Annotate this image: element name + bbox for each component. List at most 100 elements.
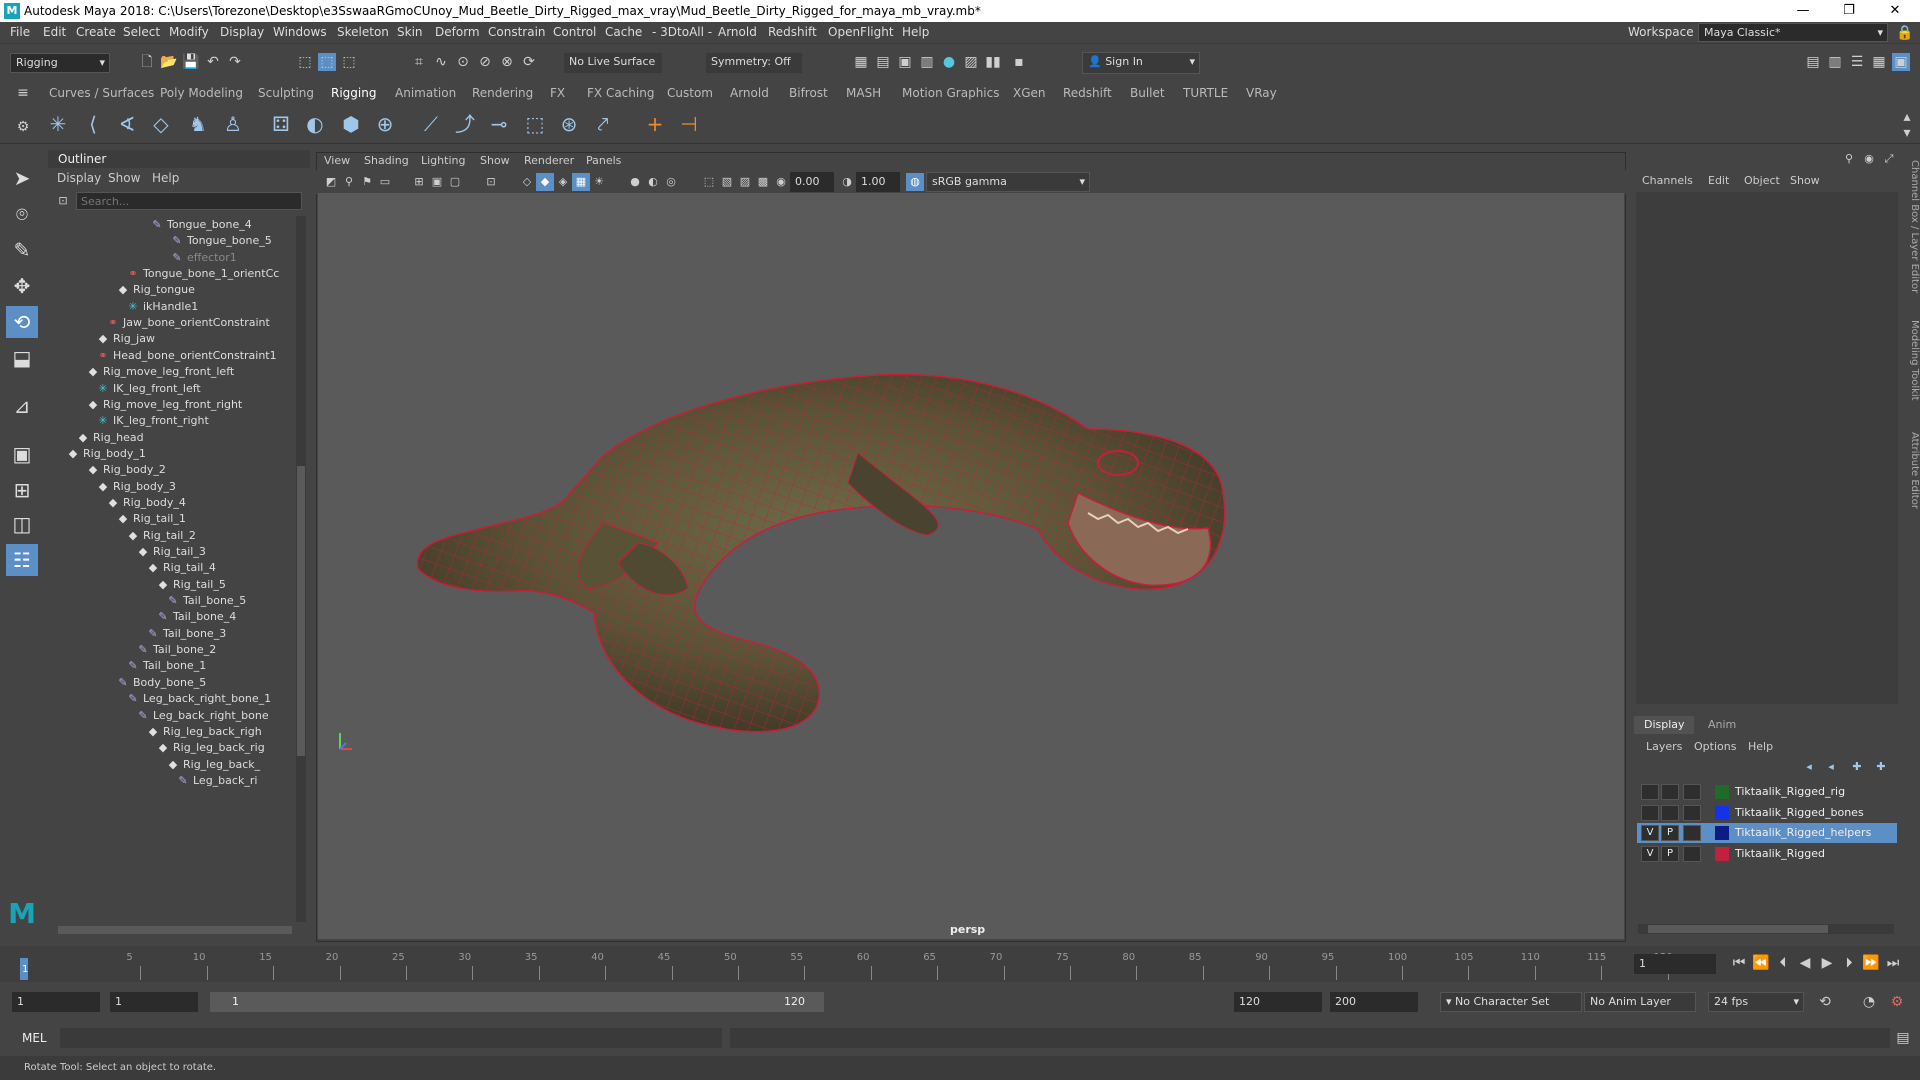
range-slider-bar[interactable]: 1 120 bbox=[210, 992, 824, 1012]
xray-icon[interactable]: ▧ bbox=[718, 173, 736, 191]
tab-bullet[interactable]: Bullet bbox=[1130, 86, 1165, 100]
orient-joint-icon[interactable]: ◇ bbox=[148, 111, 174, 137]
parent-constraint-icon[interactable]: ⊸ bbox=[486, 111, 512, 137]
vp-menu-lighting[interactable]: Lighting bbox=[421, 154, 465, 167]
bind-skin-icon[interactable]: ⚃ bbox=[268, 111, 294, 137]
channel-menu-show[interactable]: Show bbox=[1790, 174, 1820, 187]
snap-point-icon[interactable]: ⊙ bbox=[454, 53, 472, 71]
render-view-icon[interactable]: ▣ bbox=[896, 53, 914, 71]
step-forward-key-icon[interactable]: ⏩ bbox=[1862, 954, 1880, 972]
save-scene-icon[interactable]: 💾 bbox=[182, 53, 200, 71]
layer-type-toggle[interactable] bbox=[1683, 804, 1701, 821]
menu-file[interactable]: File bbox=[10, 25, 30, 39]
tab-curves-surfaces[interactable]: Curves / Surfaces bbox=[49, 86, 154, 100]
camera-select-icon[interactable]: ◩ bbox=[322, 173, 340, 191]
new-scene-icon[interactable]: 🗋 bbox=[138, 53, 156, 71]
attribute-editor-icon[interactable]: ▥ bbox=[1826, 53, 1844, 71]
exposure-field[interactable]: 0.00 bbox=[790, 172, 834, 192]
go-to-end-icon[interactable]: ⏭ bbox=[1884, 954, 1902, 972]
layer-playback-toggle[interactable] bbox=[1661, 784, 1679, 800]
antialiasing-icon[interactable]: ◎ bbox=[662, 173, 680, 191]
menu-redshift[interactable]: Redshift bbox=[768, 25, 817, 39]
minimize-button[interactable]: — bbox=[1780, 0, 1826, 22]
wireframe-on-shaded-icon[interactable]: ◈ bbox=[554, 173, 572, 191]
layer-menu-options[interactable]: Options bbox=[1694, 740, 1736, 753]
channel-menu-channels[interactable]: Channels bbox=[1642, 174, 1693, 187]
new-layer-icon[interactable]: ✚ bbox=[1848, 758, 1866, 776]
tab-vray[interactable]: VRay bbox=[1246, 86, 1277, 100]
menu-deform[interactable]: Deform bbox=[435, 25, 480, 39]
shadows-icon[interactable]: ● bbox=[626, 173, 644, 191]
rotate-tool-icon[interactable]: ⟲ bbox=[6, 306, 38, 338]
outliner-menu-show[interactable]: Show bbox=[108, 171, 140, 185]
hik-character-icon[interactable]: ♞ bbox=[185, 111, 211, 137]
outliner-menu-help[interactable]: Help bbox=[152, 171, 179, 185]
layer-color-swatch[interactable] bbox=[1715, 826, 1729, 840]
use-all-lights-icon[interactable]: ☀ bbox=[590, 173, 608, 191]
snap-vertex-icon[interactable]: ⟳ bbox=[520, 53, 538, 71]
tab-arnold[interactable]: Arnold bbox=[730, 86, 769, 100]
layer-row[interactable]: V P Tiktaalik_Rigged bbox=[1637, 844, 1897, 864]
side-tab-attribute-editor[interactable]: Attribute Editor bbox=[1906, 432, 1920, 509]
layer-row[interactable]: Tiktaalik_Rigged_bones bbox=[1637, 803, 1897, 823]
two-view-icon[interactable]: ◫ bbox=[6, 508, 38, 540]
layer-type-toggle[interactable] bbox=[1683, 784, 1701, 800]
menu-set-dropdown[interactable]: Rigging ▾ bbox=[10, 53, 110, 73]
channel-box-tool-icon[interactable]: ⚲ bbox=[1840, 150, 1858, 168]
locator-icon[interactable]: + bbox=[642, 111, 668, 137]
paint-weights-icon[interactable]: ◐ bbox=[302, 111, 328, 137]
current-frame-field[interactable]: 1 bbox=[1634, 954, 1716, 974]
menu-help[interactable]: Help bbox=[902, 25, 929, 39]
side-tab-channel-box[interactable]: Channel Box / Layer Editor bbox=[1906, 160, 1920, 293]
outliner-search-input[interactable] bbox=[76, 192, 302, 210]
layer-playback-toggle[interactable] bbox=[1661, 804, 1679, 821]
menu-skin[interactable]: Skin bbox=[397, 25, 423, 39]
tab-custom[interactable]: Custom bbox=[667, 86, 713, 100]
select-hierarchy-icon[interactable]: ⬚ bbox=[296, 53, 314, 71]
colorspace-dropdown[interactable]: sRGB gamma ▾ bbox=[926, 172, 1090, 192]
loop-icon[interactable]: ⟲ bbox=[1816, 993, 1834, 1011]
tab-rendering[interactable]: Rendering bbox=[472, 86, 533, 100]
tool-settings-icon[interactable]: ☰ bbox=[1848, 53, 1866, 71]
ambient-occlusion-icon[interactable]: ◐ bbox=[644, 173, 662, 191]
restore-button[interactable]: ❐ bbox=[1826, 0, 1872, 22]
close-button[interactable]: ✕ bbox=[1872, 0, 1918, 22]
undo-icon[interactable]: ↶ bbox=[204, 53, 222, 71]
script-editor-icon[interactable]: ▤ bbox=[1894, 1029, 1912, 1047]
tab-redshift[interactable]: Redshift bbox=[1063, 86, 1112, 100]
channel-box-icon[interactable]: ▦ bbox=[1870, 53, 1888, 71]
script-language-label[interactable]: MEL bbox=[22, 1031, 47, 1045]
attribute-tool-icon[interactable]: ◉ bbox=[1860, 150, 1878, 168]
select-tool-icon[interactable]: ➤ bbox=[6, 162, 38, 194]
tab-animation[interactable]: Animation bbox=[395, 86, 456, 100]
tab-fx[interactable]: FX bbox=[550, 86, 565, 100]
current-time-marker[interactable]: 1 bbox=[20, 958, 28, 980]
stop-render-icon[interactable]: ▪ bbox=[1010, 53, 1028, 71]
outliner-row[interactable]: ✎ Leg_back_ri bbox=[176, 774, 257, 794]
menu-edit[interactable]: Edit bbox=[43, 25, 66, 39]
anim-layer-dropdown[interactable]: No Anim Layer bbox=[1584, 992, 1696, 1012]
layer-color-swatch[interactable] bbox=[1715, 805, 1729, 820]
orient-constraint-icon[interactable]: ⊛ bbox=[556, 111, 582, 137]
menu-3dtoall[interactable]: - 3DtoAll - bbox=[652, 25, 712, 39]
gamma-field[interactable]: 1.00 bbox=[856, 172, 900, 192]
safe-action-icon[interactable]: ⊡ bbox=[482, 173, 500, 191]
snap-view-icon[interactable]: ⊘ bbox=[476, 53, 494, 71]
last-tool-icon[interactable]: ⊿ bbox=[6, 390, 38, 422]
vp-menu-view[interactable]: View bbox=[324, 154, 350, 167]
live-surface-field[interactable]: No Live Surface bbox=[564, 53, 662, 73]
single-view-icon[interactable]: ▣ bbox=[6, 438, 38, 470]
pause-render-icon[interactable]: ▮▮ bbox=[984, 53, 1002, 71]
filter-icon[interactable]: ⊡ bbox=[54, 192, 72, 210]
menu-control[interactable]: Control bbox=[553, 25, 596, 39]
outliner-vscrollbar[interactable] bbox=[296, 216, 306, 922]
time-slider[interactable]: 5 10 15 20 25 30 35 40 45 50 55 60 65 70 75 80 85 90 95 100… bbox=[0, 946, 1920, 982]
image-plane-icon[interactable]: ▭ bbox=[376, 173, 394, 191]
outliner-hscroll-thumb[interactable] bbox=[58, 926, 292, 934]
camera-attributes-icon[interactable]: ⚲ bbox=[340, 173, 358, 191]
menu-skeleton[interactable]: Skeleton bbox=[337, 25, 389, 39]
gamma-icon[interactable]: ◑ bbox=[838, 173, 856, 191]
menu-create[interactable]: Create bbox=[76, 25, 116, 39]
step-back-key-icon[interactable]: ⏪ bbox=[1752, 954, 1770, 972]
color-management-icon[interactable]: ◍ bbox=[906, 173, 924, 191]
